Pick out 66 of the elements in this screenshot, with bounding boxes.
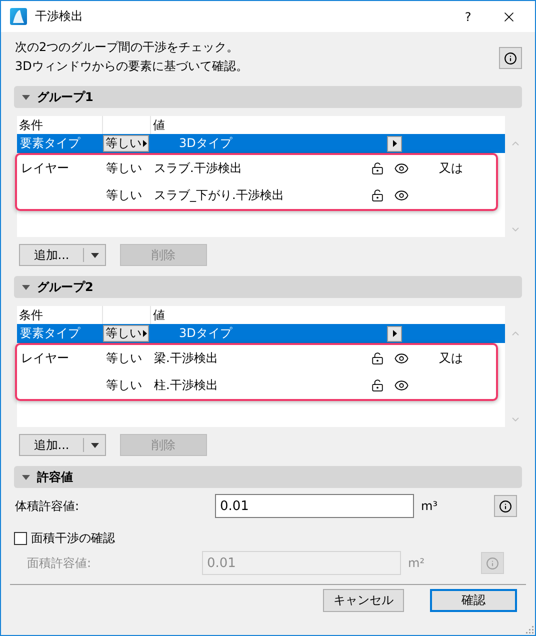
info-icon [486,556,499,570]
table-cell: 等しい [106,161,142,175]
lock-icon[interactable] [371,379,384,392]
table-cell: 要素タイプ [20,326,80,340]
table-cell: 柱.干渉検出 [154,378,218,392]
table-cell: レイヤー [21,351,69,365]
info-icon [504,52,517,64]
operator-button[interactable]: 等しい [103,135,149,152]
table-cell: スラブ_下がり.干渉検出 [154,188,284,202]
info-button[interactable] [499,47,522,69]
triangle-icon [392,140,396,147]
caret-icon[interactable] [22,94,30,100]
section-title: グループ2 [37,278,94,296]
eye-icon[interactable] [394,378,409,393]
checkbox[interactable] [14,532,27,544]
info-button[interactable] [494,495,517,517]
column-header: 値 [152,116,165,134]
caret-icon [91,252,99,258]
section-header[interactable]: グループ2 [14,276,522,298]
triangle-icon [142,330,146,337]
triangle-icon [392,330,396,337]
window-title: 干渉検出 [35,8,84,25]
dialog-button[interactable]: 確認 [430,589,517,612]
caret-icon[interactable] [22,284,30,290]
section-title: 許容値 [37,468,73,486]
resize-grip-icon[interactable] [525,625,534,634]
eye-icon[interactable] [394,188,409,203]
triangle-icon [142,140,146,147]
field-label: 体積許容値: [14,498,80,514]
app-icon [10,8,27,25]
caret-icon[interactable] [22,474,30,480]
description-text: 次の2つのグループ間の干渉をチェック。 3Dウィンドウからの要素に基づいて確認。 [15,39,248,75]
info-icon [499,500,512,512]
checkbox-label[interactable]: 面積干渉の確認 [31,530,115,546]
eye-icon[interactable] [394,161,409,176]
table-cell: スラブ.干渉検出 [154,161,242,175]
section-header[interactable]: 許容値 [14,466,522,488]
column-header: 値 [152,306,165,324]
selected-row[interactable]: 要素タイプ 等しい 3Dタイプ [17,324,505,343]
table-cell: 要素タイプ [20,136,80,150]
value-menu-button[interactable] [387,326,402,342]
input-field[interactable]: 0.01 [215,494,414,518]
lock-icon[interactable] [371,162,384,175]
table-cell: 又は [439,160,463,177]
lock-icon[interactable] [371,189,384,202]
unit-label: m³ [420,499,438,513]
help-button[interactable]: ? [453,4,483,28]
selected-row[interactable]: 要素タイプ 等しい 3Dタイプ [17,134,505,153]
value-menu-button[interactable] [387,136,402,152]
section-title: グループ1 [37,88,94,106]
add-button[interactable]: 追加... [19,244,106,266]
dialog-button[interactable]: キャンセル [323,589,404,612]
field-label: 面積許容値: [26,554,92,572]
section-header[interactable]: グループ1 [14,86,522,108]
table-cell: 梁.干渉検出 [154,351,218,365]
table-cell: 等しい [106,188,142,202]
table-cell: 等しい [106,378,142,392]
unit-label: m² [407,556,426,570]
table-cell: 又は [439,350,463,367]
table-cell: 等しい [106,351,142,365]
eye-icon[interactable] [394,351,409,366]
table-cell: レイヤー [21,161,69,175]
operator-button[interactable]: 等しい [103,325,149,342]
lock-icon[interactable] [371,352,384,365]
add-button[interactable]: 追加... [19,434,106,456]
caret-icon [91,442,99,448]
